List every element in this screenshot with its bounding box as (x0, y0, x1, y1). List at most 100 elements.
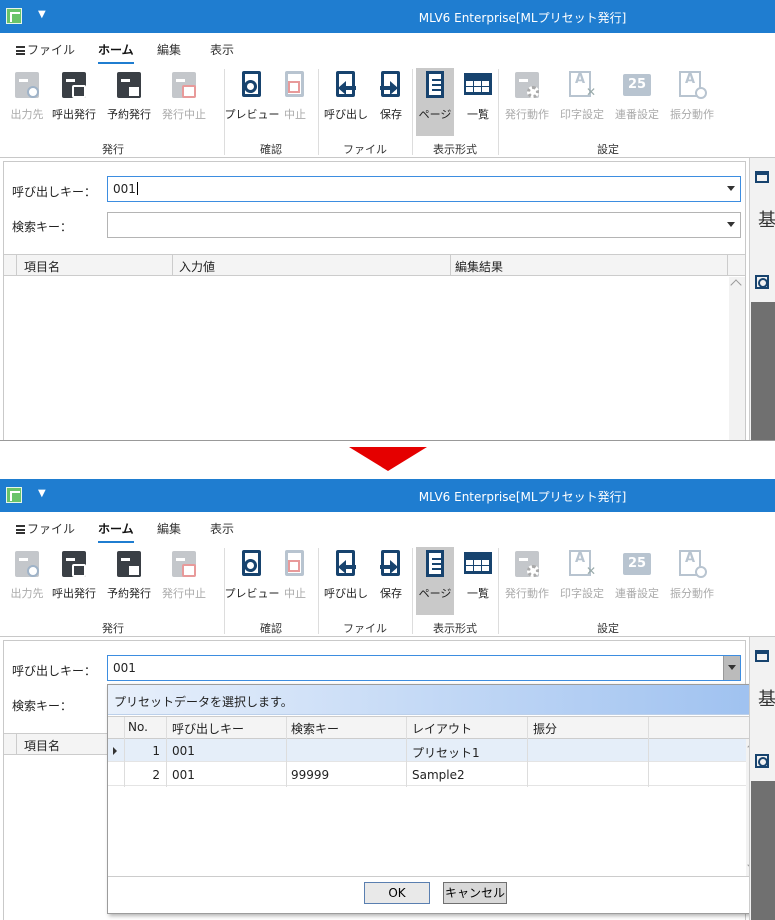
issue-action-button[interactable]: 発行動作 (500, 547, 554, 607)
main-area: 呼び出しキー： 001 検索キー： 項目名 入力値 編集結果 (0, 158, 775, 440)
column-call-key[interactable]: 呼び出しキー (172, 720, 244, 737)
group-label-issue: 発行 (102, 143, 124, 156)
chevron-down-icon (728, 665, 736, 670)
right-panel-heading: 基 (758, 210, 775, 231)
popup-header-text: プリセットデータを選択します。 (114, 695, 293, 709)
group-label-settings: 設定 (597, 622, 619, 635)
gear-icon (527, 86, 539, 98)
search-panel-icon[interactable] (755, 754, 769, 768)
preview-stop-icon (285, 71, 304, 97)
magnifier-icon (695, 566, 707, 578)
table-icon (464, 552, 492, 574)
search-panel-icon[interactable] (755, 275, 769, 289)
popup-footer: OK キャンセル (108, 876, 763, 913)
stop-issue-button[interactable]: 発行中止 (157, 547, 211, 607)
save-icon (380, 550, 400, 576)
grid-scrollbar[interactable] (729, 277, 745, 440)
tab-edit[interactable]: 編集 (157, 41, 181, 58)
call-key-combobox[interactable]: 001 (107, 655, 741, 681)
preview-stop-button[interactable]: 中止 (268, 547, 322, 607)
print-settings-button[interactable]: A ✕ 印字設定 (555, 547, 609, 607)
printer-icon (62, 72, 86, 98)
preset-table-header: No. 呼び出しキー 検索キー レイアウト 振分 (108, 717, 763, 739)
printer-icon (117, 72, 141, 98)
group-label-file: ファイル (343, 622, 387, 635)
reserve-issue-button[interactable]: 予約発行 (102, 68, 156, 128)
main-area: 呼び出しキー： 001 検索キー： 項目名 プリセットデータを選択します。 No… (0, 637, 775, 920)
right-panel-content (751, 781, 775, 920)
page-view-button[interactable]: ページ (416, 547, 454, 615)
column-no[interactable]: No. (128, 720, 148, 734)
calendar-icon[interactable] (755, 171, 769, 183)
page-view-button[interactable]: ページ (416, 68, 454, 136)
save-button[interactable]: 保存 (364, 547, 418, 607)
preview-stop-icon (285, 550, 304, 576)
screenshot-before: ▼ MLV6 Enterprise[MLプリセット発行] ファイル ホーム 編集… (0, 0, 775, 441)
table-row[interactable]: 1 001 プリセット1 (108, 739, 746, 762)
column-item-name[interactable]: 項目名 (24, 258, 60, 275)
dropdown-button[interactable] (723, 656, 740, 680)
popup-header: プリセットデータを選択します。 (108, 685, 763, 715)
reserve-issue-button[interactable]: 予約発行 (102, 547, 156, 607)
save-icon (380, 71, 400, 97)
chevron-down-icon[interactable] (727, 222, 735, 227)
cancel-button[interactable]: キャンセル (443, 882, 507, 904)
close-icon (288, 81, 300, 93)
group-label-file: ファイル (343, 143, 387, 156)
call-icon (72, 564, 86, 577)
calendar-icon[interactable] (755, 650, 769, 662)
serial-settings-button[interactable]: 25 連番設定 (610, 547, 664, 607)
column-layout[interactable]: レイアウト (412, 720, 472, 737)
call-issue-button[interactable]: 呼出発行 (47, 68, 101, 128)
calendar-icon (127, 85, 141, 98)
sort-action-button[interactable]: A 振分動作 (665, 547, 719, 607)
cell-call-key: 001 (172, 768, 195, 782)
column-search-key[interactable]: 検索キー (291, 720, 339, 737)
tab-file[interactable]: ファイル (16, 520, 75, 537)
open-file-icon (336, 550, 356, 576)
search-key-label: 検索キー： (12, 220, 73, 234)
column-input-value[interactable]: 入力値 (179, 258, 215, 275)
call-issue-button[interactable]: 呼出発行 (47, 547, 101, 607)
cancel-icon (182, 564, 196, 577)
tab-home[interactable]: ホーム (98, 41, 134, 64)
chevron-down-icon[interactable] (727, 186, 735, 191)
magnifier-icon (244, 80, 257, 93)
arrow-left-icon (338, 560, 356, 574)
column-item-name[interactable]: 項目名 (24, 737, 60, 754)
preset-table: No. 呼び出しキー 検索キー レイアウト 振分 1 001 プリセット1 2 … (108, 716, 763, 877)
tools-icon: ✕ (585, 85, 597, 99)
group-label-display: 表示形式 (433, 622, 477, 635)
call-key-label: 呼び出しキー： (12, 664, 97, 678)
page-icon (426, 550, 444, 577)
cell-layout: Sample2 (412, 768, 465, 782)
tab-home[interactable]: ホーム (98, 520, 134, 543)
tab-view[interactable]: 表示 (210, 41, 234, 58)
screenshot-after: ▼ MLV6 Enterprise[MLプリセット発行] ファイル ホーム 編集… (0, 479, 775, 920)
group-label-display: 表示形式 (433, 143, 477, 156)
tab-file[interactable]: ファイル (16, 41, 75, 58)
group-label-confirm: 確認 (260, 622, 282, 635)
table-row[interactable]: 2 001 99999 Sample2 (108, 763, 746, 786)
sort-action-button[interactable]: A 振分動作 (665, 68, 719, 128)
search-key-combobox[interactable] (107, 212, 741, 238)
call-key-combobox[interactable]: 001 (107, 176, 741, 202)
preview-icon (242, 71, 261, 97)
print-settings-button[interactable]: A ✕ 印字設定 (555, 68, 609, 128)
tab-edit[interactable]: 編集 (157, 520, 181, 537)
call-key-label: 呼び出しキー： (12, 185, 97, 199)
tab-view[interactable]: 表示 (210, 520, 234, 537)
serial-settings-button[interactable]: 25 連番設定 (610, 68, 664, 128)
menu-tabs: ファイル ホーム 編集 表示 (0, 33, 775, 65)
search-icon (27, 86, 39, 98)
column-sort[interactable]: 振分 (533, 720, 557, 737)
save-button[interactable]: 保存 (364, 68, 418, 128)
preview-stop-button[interactable]: 中止 (268, 68, 322, 128)
column-edit-result[interactable]: 編集結果 (455, 258, 503, 275)
issue-action-button[interactable]: 発行動作 (500, 68, 554, 128)
call-key-value: 001 (113, 661, 136, 675)
stop-issue-button[interactable]: 発行中止 (157, 68, 211, 128)
scroll-up-icon[interactable] (730, 279, 742, 291)
ok-button[interactable]: OK (364, 882, 430, 904)
counter-icon: 25 (623, 74, 651, 96)
